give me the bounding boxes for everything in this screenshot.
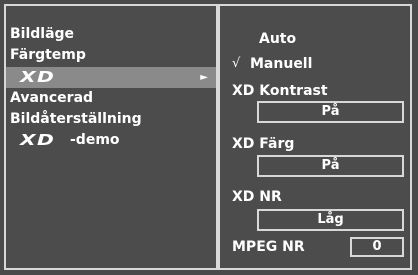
setting-label-mpeg-nr: MPEG NR [232,239,305,255]
xd-nr-value[interactable]: Låg [257,209,404,231]
picture-menu: Bildläge Färgtemp XD ► Avancerad Bildåte… [4,4,412,270]
menu-item-label: Bildläge [10,26,75,42]
xd-logo: XD [20,131,56,149]
menu-item-label: Färgtemp [10,47,86,63]
menu-item-bildlage[interactable]: Bildläge [6,24,216,45]
menu-item-label: Bildåterställning [10,111,142,127]
setting-label-xd-nr: XD NR [232,189,282,205]
menu-item-bildaterstallning[interactable]: Bildåterställning [6,109,216,130]
menu-item-xd[interactable]: XD ► [6,67,216,88]
setting-label-xd-farg: XD Färg [232,136,295,152]
setting-label-xd-kontrast: XD Kontrast [232,83,328,99]
menu-item-label: Avancerad [10,90,94,106]
arrow-right-icon: ► [200,72,208,83]
xd-kontrast-value[interactable]: På [257,101,404,123]
menu-item-fargtemp[interactable]: Färgtemp [6,45,216,66]
left-menu: Bildläge Färgtemp XD ► Avancerad Bildåte… [6,6,216,268]
menu-item-label: -demo [70,132,120,148]
mpeg-nr-value[interactable]: 0 [350,237,404,257]
xd-logo: XD [20,68,56,86]
mode-auto[interactable]: Auto [259,29,296,49]
mode-manuell[interactable]: Manuell [250,54,312,74]
menu-item-avancerad[interactable]: Avancerad [6,88,216,109]
xd-farg-value[interactable]: På [257,155,404,177]
menu-item-xd-demo[interactable]: XD -demo [6,130,216,151]
xd-settings-panel: Auto √ Manuell XD Kontrast På XD Färg På… [220,6,410,268]
check-icon: √ [232,56,241,71]
